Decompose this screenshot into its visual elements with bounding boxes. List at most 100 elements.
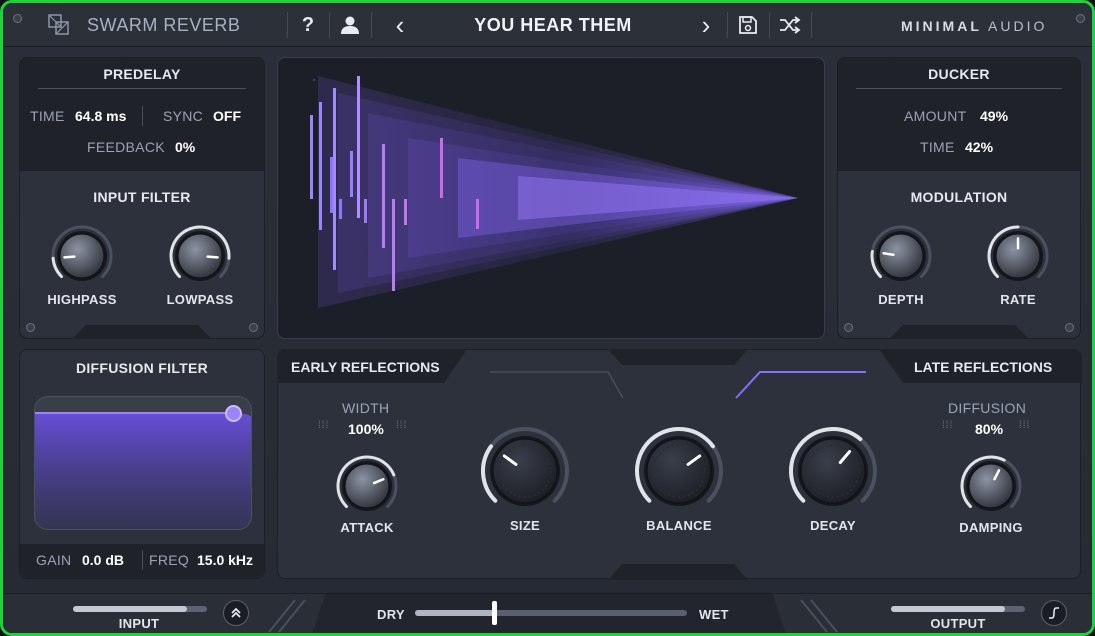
logo-icon [48,14,69,35]
user-icon [341,16,359,34]
filter-node-handle[interactable] [225,405,242,422]
reverb-visualizer-graph [310,76,798,308]
next-preset-button[interactable]: › [691,9,721,40]
gain-label: GAIN [36,552,72,568]
limiter-curve-icon [1049,607,1059,619]
dry-wet-slider-thumb[interactable] [491,601,497,625]
divider [329,12,330,38]
double-chevron-up-icon [231,607,241,618]
dry-label: DRY [377,607,405,622]
panel-notch [608,564,748,580]
width-label: WIDTH [342,400,390,416]
modulation-title: MODULATION [910,189,1008,205]
screw-icon [1076,14,1085,23]
divider [142,550,143,570]
predelay-panel: PREDELAY TIME 64.8 ms SYNC OFF FEEDBACK … [19,57,265,339]
damping-knob[interactable] [959,454,1023,518]
input-slider[interactable] [73,606,207,612]
preset-name[interactable]: YOU HEAR THEM [423,15,683,36]
input-filter-title: INPUT FILTER [93,189,191,205]
ducker-amount-value[interactable]: 49% [980,108,1008,124]
predelay-sync-value[interactable]: OFF [213,108,241,124]
drag-handle-icon[interactable]: ⁞⁞⁞ [1019,420,1030,431]
diffusion-filter-readout: GAIN 0.0 dB FREQ 15.0 kHz [20,544,264,578]
size-label: SIZE [509,518,541,533]
diffusion-label: DIFFUSION [948,400,1027,416]
top-bar: SWARM REVERB ? ‹ YOU HEAR THEM › MINIMAL… [3,3,1092,47]
diffusion-filter-graph[interactable] [34,396,252,530]
gain-value[interactable]: 0.0 dB [82,552,124,568]
shuffle-icon [780,16,801,34]
ducker-time-value[interactable]: 42% [965,139,993,155]
lowpass-knob[interactable] [168,224,232,288]
divider [811,12,812,38]
help-button[interactable]: ? [293,11,323,39]
diffusion-value[interactable]: 80% [975,421,1003,437]
width-value[interactable]: 100% [348,421,384,437]
screw-icon [249,323,258,332]
decorative-stripes [268,599,306,633]
balance-label: BALANCE [646,518,712,533]
input-filter-panel: INPUT FILTER HIGHPASS LOWPASS [20,170,264,339]
predelay-title: PREDELAY [103,66,181,82]
freq-value[interactable]: 15.0 kHz [197,552,253,568]
input-gain-toggle[interactable] [223,600,249,626]
decay-knob[interactable] [788,426,878,516]
predelay-time-value[interactable]: 64.8 ms [75,108,126,124]
user-button[interactable] [335,11,365,39]
depth-label: DEPTH [878,292,924,307]
lowpass-label: LOWPASS [166,292,234,307]
previous-preset-button[interactable]: ‹ [385,9,415,40]
ducker-time-label: TIME [920,139,955,155]
predelay-time-label: TIME [30,108,65,124]
drag-handle-icon[interactable]: ⁞⁞⁞ [396,420,407,431]
damping-label: DAMPING [959,520,1023,535]
brand-logo: MINIMAL AUDIO [901,18,1048,34]
output-limiter-toggle[interactable] [1041,600,1067,626]
early-reflections-title: EARLY REFLECTIONS [291,359,440,375]
predelay-feedback-label: FEEDBACK [87,139,165,155]
reflections-panel: EARLY REFLECTIONS LATE REFLECTIONS WIDTH… [277,349,1082,580]
drag-handle-icon[interactable]: ⁞⁞⁞ [942,420,953,431]
freq-label: FREQ [149,552,190,568]
divider [769,12,770,38]
screw-icon [26,323,35,332]
depth-knob[interactable] [869,224,933,288]
highpass-knob[interactable] [50,224,114,288]
save-button[interactable] [733,11,763,39]
reverb-visualizer [277,57,825,339]
late-reflections-title: LATE REFLECTIONS [914,359,1053,375]
diffusion-filter-panel: DIFFUSION FILTER GAIN 0.0 dB FREQ 15.0 k… [19,349,265,579]
decorative-stripes [800,599,838,633]
balance-knob[interactable] [634,426,724,516]
ducker-panel: DUCKER AMOUNT 49% TIME 42% MODULATION DE… [837,57,1081,339]
help-icon: ? [301,13,315,36]
filter-curve [35,412,251,529]
dry-wet-slider[interactable] [415,601,687,625]
divider [287,12,288,38]
divider [856,88,1062,89]
attack-knob[interactable] [335,454,399,518]
screw-icon [1065,323,1074,332]
modulation-panel: MODULATION DEPTH RATE [838,170,1080,339]
screw-icon [13,14,22,23]
divider [727,12,728,38]
rate-label: RATE [1000,292,1036,307]
output-label: OUTPUT [930,616,986,631]
plugin-window: SWARM REVERB ? ‹ YOU HEAR THEM › MINIMAL… [0,0,1095,636]
diffusion-filter-title: DIFFUSION FILTER [75,360,209,376]
randomize-button[interactable] [775,11,805,39]
output-slider[interactable] [891,606,1025,612]
reverb-tail [318,76,798,308]
drag-handle-icon[interactable]: ⁞⁞⁞ [318,420,329,431]
size-knob[interactable] [480,426,570,516]
wet-label: WET [699,607,729,622]
rate-knob[interactable] [986,224,1050,288]
panel-notch [608,349,748,365]
chevron-right-icon: › [701,9,711,40]
save-icon [739,16,757,34]
predelay-sync-label: SYNC [163,108,204,124]
chevron-left-icon: ‹ [395,9,405,40]
input-label: INPUT [118,616,160,631]
predelay-feedback-value[interactable]: 0% [175,139,195,155]
